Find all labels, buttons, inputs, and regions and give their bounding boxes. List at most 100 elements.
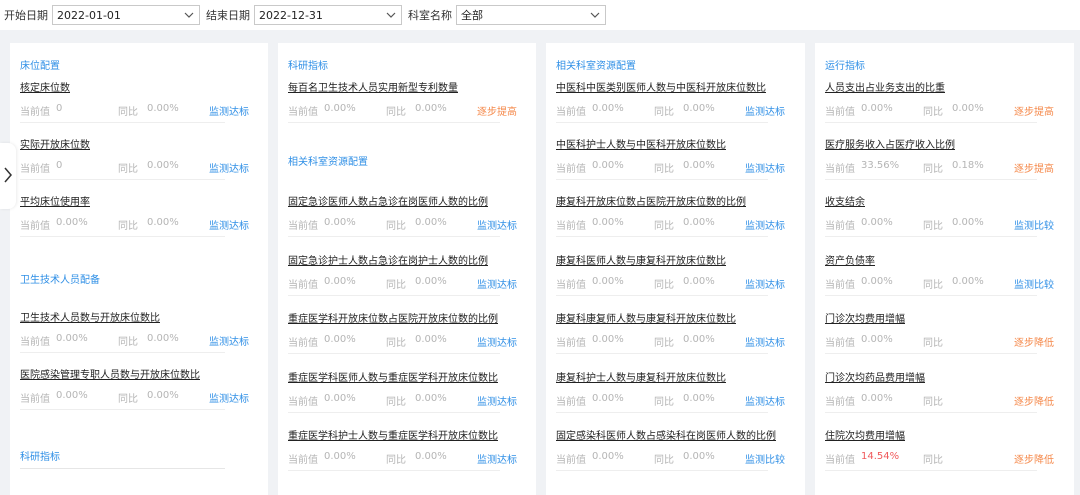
chevron-left-icon xyxy=(3,167,13,186)
yoy-label: 同比 xyxy=(654,107,674,118)
row-divider xyxy=(20,409,225,410)
current-value: 33.56% xyxy=(861,160,900,171)
status-link[interactable]: 监测达标 xyxy=(745,276,785,291)
indicator-link[interactable]: 固定急诊护士人数占急诊在岗护士人数的比例 xyxy=(288,252,488,267)
row-divider xyxy=(20,122,225,123)
current-value-label: 当前值 xyxy=(556,338,586,349)
status-link[interactable]: 监测达标 xyxy=(745,393,785,408)
indicator-link[interactable]: 重症医学科医师人数与重症医学科开放床位数比 xyxy=(288,369,498,384)
indicator-link[interactable]: 每百名卫生技术人员实用新型专利数量 xyxy=(288,79,458,94)
current-value: 0.00% xyxy=(861,276,893,287)
status-link[interactable]: 监测比较 xyxy=(745,451,785,466)
status-link[interactable]: 逐步降低 xyxy=(1014,334,1054,349)
row-divider xyxy=(288,295,500,296)
indicator-link[interactable]: 住院次均费用增幅 xyxy=(825,427,905,442)
chevron-down-icon xyxy=(183,9,195,21)
yoy-label: 同比 xyxy=(923,455,943,466)
indicator-link[interactable]: 重症医学科开放床位数占医院开放床位数的比例 xyxy=(288,310,498,325)
status-link[interactable]: 监测达标 xyxy=(745,217,785,232)
indicator-link[interactable]: 康复科康复师人数与康复科开放床位数比 xyxy=(556,310,736,325)
indicator-link[interactable]: 固定急诊医师人数占急诊在岗医师人数的比例 xyxy=(288,193,488,208)
indicator-link[interactable]: 卫生技术人员数与开放床位数比 xyxy=(20,309,160,324)
indicator-link[interactable]: 中医科护士人数与中医科开放床位数比 xyxy=(556,136,726,151)
current-value-label: 当前值 xyxy=(825,107,855,118)
status-link[interactable]: 监测比较 xyxy=(1014,276,1054,291)
indicator-link[interactable]: 门诊次均费用增幅 xyxy=(825,310,905,325)
status-link[interactable]: 监测比较 xyxy=(1014,217,1054,232)
status-link[interactable]: 监测达标 xyxy=(745,160,785,175)
yoy-label: 同比 xyxy=(118,221,138,232)
indicator-link[interactable]: 实际开放床位数 xyxy=(20,136,90,151)
current-value-label: 当前值 xyxy=(288,397,318,408)
status-link[interactable]: 监测达标 xyxy=(745,334,785,349)
status-link[interactable]: 逐步提高 xyxy=(477,103,517,118)
indicator-link[interactable]: 康复科开放床位数占医院开放床位数的比例 xyxy=(556,193,746,208)
status-link[interactable]: 逐步提高 xyxy=(1014,103,1054,118)
status-link[interactable]: 监测达标 xyxy=(209,160,249,175)
yoy-value: 0.00% xyxy=(147,103,179,114)
row-divider xyxy=(556,236,768,237)
yoy-value: 0.00% xyxy=(683,334,715,345)
current-value-label: 当前值 xyxy=(288,338,318,349)
indicator-link[interactable]: 核定床位数 xyxy=(20,79,70,94)
current-value: 0.00% xyxy=(324,393,356,404)
yoy-value: 0.00% xyxy=(683,160,715,171)
status-link[interactable]: 监测达标 xyxy=(477,451,517,466)
row-divider xyxy=(556,295,768,296)
row-divider xyxy=(825,122,1037,123)
dept-label: 科室名称 xyxy=(408,9,452,22)
status-link[interactable]: 监测达标 xyxy=(477,393,517,408)
filter-bar: 开始日期 2022-01-01 结束日期 2022-12-31 科室名称 全部 xyxy=(0,0,1080,30)
status-link[interactable]: 逐步降低 xyxy=(1014,393,1054,408)
indicator-link[interactable]: 重症医学科护士人数与重症医学科开放床位数比 xyxy=(288,427,498,442)
previous-arrow-button[interactable] xyxy=(0,143,16,209)
indicator-link[interactable]: 固定感染科医师人数占感染科在岗医师人数的比例 xyxy=(556,427,776,442)
current-value-label: 当前值 xyxy=(825,397,855,408)
status-link[interactable]: 逐步降低 xyxy=(1014,451,1054,466)
row-divider xyxy=(556,179,768,180)
status-link[interactable]: 监测达标 xyxy=(745,103,785,118)
status-link[interactable]: 逐步提高 xyxy=(1014,160,1054,175)
status-link[interactable]: 监测达标 xyxy=(477,217,517,232)
yoy-label: 同比 xyxy=(118,394,138,405)
current-value: 0.00% xyxy=(592,103,624,114)
indicator-link[interactable]: 收支结余 xyxy=(825,193,865,208)
row-divider xyxy=(825,295,1037,296)
status-link[interactable]: 监测达标 xyxy=(209,333,249,348)
status-link[interactable]: 监测达标 xyxy=(477,334,517,349)
current-value-label: 当前值 xyxy=(20,394,50,405)
indicator-link[interactable]: 中医科中医类别医师人数与中医科开放床位数比 xyxy=(556,79,766,94)
yoy-value: 0.00% xyxy=(415,393,447,404)
yoy-value: 0.00% xyxy=(683,276,715,287)
indicator-link[interactable]: 康复科医师人数与康复科开放床位数比 xyxy=(556,252,726,267)
end-date-select[interactable]: 2022-12-31 xyxy=(254,5,402,25)
indicator-link[interactable]: 资产负债率 xyxy=(825,252,875,267)
current-value-label: 当前值 xyxy=(288,107,318,118)
status-link[interactable]: 监测达标 xyxy=(209,390,249,405)
indicator-link[interactable]: 门诊次均药品费用增幅 xyxy=(825,369,925,384)
status-link[interactable]: 监测达标 xyxy=(209,103,249,118)
current-value: 0 xyxy=(56,103,63,114)
yoy-label: 同比 xyxy=(386,338,406,349)
indicator-link[interactable]: 康复科护士人数与康复科开放床位数比 xyxy=(556,369,726,384)
indicator-link[interactable]: 医院感染管理专职人员数与开放床位数比 xyxy=(20,366,200,381)
indicator-link[interactable]: 人员支出占业务支出的比重 xyxy=(825,79,945,94)
chevron-down-icon xyxy=(385,9,397,21)
indicator-link[interactable]: 医疗服务收入占医疗收入比例 xyxy=(825,136,955,151)
section-divider xyxy=(20,468,225,469)
yoy-value: 0.00% xyxy=(415,276,447,287)
yoy-label: 同比 xyxy=(386,107,406,118)
status-link[interactable]: 监测达标 xyxy=(477,276,517,291)
dept-select[interactable]: 全部 xyxy=(456,5,606,25)
current-value-label: 当前值 xyxy=(825,280,855,291)
indicator-link[interactable]: 平均床位使用率 xyxy=(20,193,90,208)
indicator-card-1: 床位配置 核定床位数 当前值 0 同比 0.00% 监测达标 实际开放床位数 当前值 0 同比 0.0… xyxy=(10,43,268,495)
current-value-label: 当前值 xyxy=(556,280,586,291)
current-value-label: 当前值 xyxy=(825,455,855,466)
yoy-value: 0.00% xyxy=(147,217,179,228)
row-divider xyxy=(20,236,225,237)
status-link[interactable]: 监测达标 xyxy=(209,217,249,232)
start-date-select[interactable]: 2022-01-01 xyxy=(52,5,200,25)
yoy-value: 0.00% xyxy=(683,103,715,114)
current-value: 0.00% xyxy=(592,217,624,228)
